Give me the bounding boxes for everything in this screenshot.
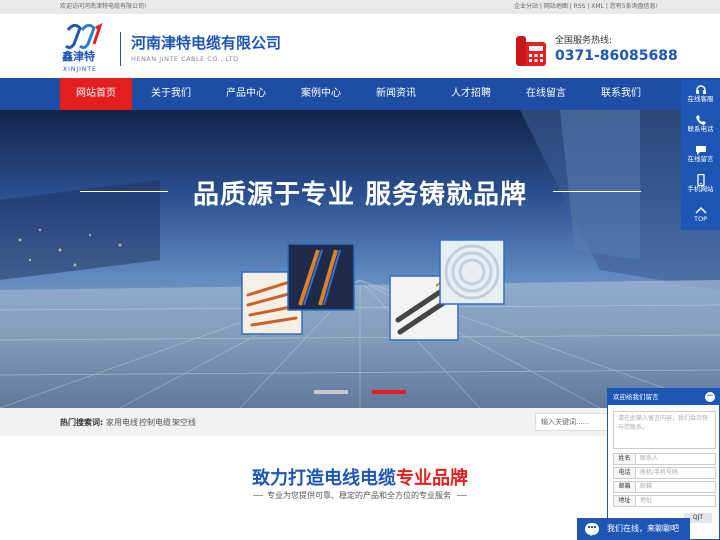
field-label: 邮箱: [614, 482, 636, 492]
nav-item-products[interactable]: 产品中心: [210, 78, 282, 110]
message-textarea[interactable]: 请在此输入留言内容，我们会尽快与您联系。: [613, 411, 716, 449]
field-label: 姓名: [614, 454, 636, 464]
chat-bubble-dots: [588, 526, 596, 528]
name-field[interactable]: 姓名 联系人: [613, 453, 716, 465]
headset-icon: [681, 80, 720, 94]
section-title-main: 致力打造电线电缆: [252, 468, 396, 489]
company-logo[interactable]: 鑫津特 XINJINTE: [60, 22, 116, 74]
cable-product-image-2: [287, 243, 355, 311]
nav-item-cases[interactable]: 案例中心: [285, 78, 357, 110]
chat-online-text: 我们在线，来聊聊吧: [607, 524, 679, 533]
float-back-to-top[interactable]: TOP: [681, 200, 720, 230]
minimize-icon[interactable]: −: [705, 392, 715, 402]
hotline-number: 0371-86085688: [555, 48, 678, 64]
section-subtitle: 专业为您提供可靠、稳定的产品和全方位的专业服务: [267, 491, 451, 500]
nav-item-about[interactable]: 关于我们: [135, 78, 207, 110]
search-input[interactable]: 输入关键词......: [535, 413, 615, 431]
email-field[interactable]: 邮箱 邮箱: [613, 481, 716, 493]
float-message[interactable]: 在线留言: [681, 140, 720, 170]
nav-item-message[interactable]: 在线留言: [510, 78, 582, 110]
company-name: 河南津特电缆有限公司: [131, 34, 282, 52]
message-icon: [681, 140, 720, 155]
welcome-text: 欢迎访问河南津特电缆有限公司!: [60, 3, 147, 10]
float-label: 在线留言: [687, 155, 714, 163]
float-customer-service[interactable]: 在线客服: [681, 80, 720, 110]
slider-dot-2[interactable]: [372, 390, 406, 394]
nav-item-jobs[interactable]: 人才招聘: [435, 78, 507, 110]
float-mobile-site[interactable]: 手机网站: [681, 170, 720, 200]
cable-product-image-4: [439, 239, 505, 305]
section-title-highlight: 专业品牌: [396, 468, 468, 489]
mobile-icon: [681, 170, 720, 187]
message-panel-title: 欢迎给我们留言: [608, 389, 719, 405]
nav-item-news[interactable]: 新闻资讯: [360, 78, 432, 110]
nav-item-home[interactable]: 网站首页: [60, 78, 132, 110]
logo-divider: [120, 32, 121, 66]
hot-keyword[interactable]: 控制电缆: [139, 417, 171, 428]
hot-search-label: 热门搜索词:: [60, 418, 104, 427]
subtitle-line-right: [457, 495, 467, 496]
top-bar: 欢迎访问河南津特电缆有限公司! 企业分站 | 网站地图 | RSS | XML …: [0, 0, 720, 14]
hotline-label: 全国服务热线:: [555, 36, 613, 46]
field-placeholder: 地址: [640, 497, 653, 504]
logo-cn-text: 鑫津特: [61, 49, 95, 63]
main-nav: 网站首页 关于我们 产品中心 案例中心 新闻资讯 人才招聘 在线留言 联系我们: [0, 78, 720, 110]
slogan-line-right: [553, 191, 641, 192]
banner-slogan: 品质源于专业 服务铸就品牌: [192, 180, 528, 210]
subtitle-line-left: [253, 495, 263, 496]
float-phone[interactable]: 联系电话: [681, 110, 720, 140]
chat-bubble-icon: [585, 523, 599, 536]
float-label: 在线客服: [687, 95, 714, 103]
logo-en-text: XINJINTE: [63, 66, 97, 73]
float-label: 手机网站: [687, 185, 714, 193]
slider-dot-1[interactable]: [314, 390, 348, 394]
hot-keyword[interactable]: 家用电线: [106, 417, 138, 428]
float-label: TOP: [693, 215, 707, 223]
banner-background: [0, 110, 720, 408]
telephone-icon: [516, 34, 548, 68]
phone-field[interactable]: 电话 座机/手机号码: [613, 467, 716, 479]
float-label: 联系电话: [687, 125, 714, 133]
field-placeholder: 座机/手机号码: [640, 469, 679, 476]
up-arrow-icon: [681, 200, 720, 214]
field-placeholder: 邮箱: [640, 483, 653, 490]
field-placeholder: 联系人: [640, 455, 659, 462]
field-label: 地址: [614, 496, 636, 506]
hero-banner[interactable]: 品质源于专业 服务铸就品牌: [0, 110, 720, 408]
nav-item-contact[interactable]: 联系我们: [585, 78, 657, 110]
floating-sidebar: 在线客服 联系电话 在线留言 手机网站 TOP: [681, 80, 720, 230]
field-label: 电话: [614, 468, 636, 478]
chat-online-button[interactable]: 我们在线，来聊聊吧: [577, 518, 690, 540]
address-field[interactable]: 地址 地址: [613, 495, 716, 507]
top-links[interactable]: 企业分站 | 网站地图 | RSS | XML | 您有5条询盘信息!: [514, 0, 658, 14]
header: 鑫津特 XINJINTE 河南津特电缆有限公司 HENAN JINTE CABL…: [0, 14, 720, 78]
hot-keyword[interactable]: 架空线: [172, 417, 196, 428]
phone-icon: [681, 110, 720, 125]
company-name-en: HENAN JINTE CABLE CO., LTD: [131, 55, 239, 63]
